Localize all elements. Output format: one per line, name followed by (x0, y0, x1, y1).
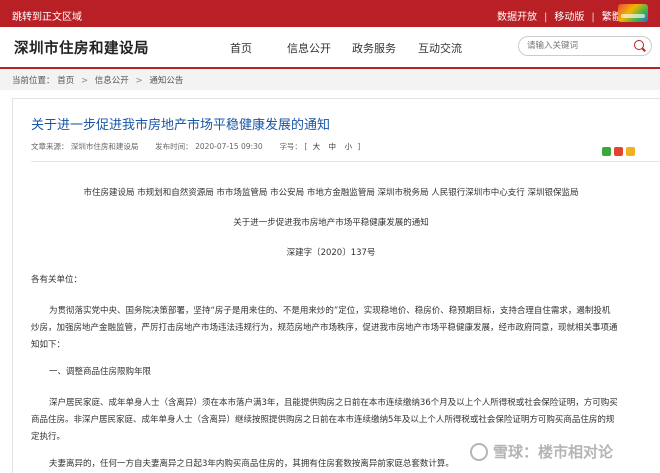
section-heading: 一、调整商品住房限购年限 (49, 364, 151, 381)
share-icons (599, 141, 635, 160)
font-medium-button[interactable]: 中 (329, 141, 337, 152)
site-title[interactable]: 深圳市住房和建设局 (14, 37, 149, 58)
skip-to-content-link[interactable]: 跳转到正文区域 (12, 8, 82, 23)
government-logo-icon[interactable] (618, 4, 648, 22)
salutation-text: 各有关单位： (31, 275, 83, 285)
document-number: 深建字〔2020〕137号 (286, 248, 376, 258)
nav-home[interactable]: 首页 (230, 40, 252, 56)
paragraph-line: 炒房，加强房地产金融监管，严厉打击房地产市场违法违规行为，规范房地产市场秩序，促… (31, 323, 618, 333)
top-bar: 跳转到正文区域 数据开放 | 移动版 | 繁體 (0, 0, 660, 27)
section-heading-text: 一、调整商品住房限购年限 (49, 367, 152, 377)
nav-info-disclosure[interactable]: 信息公开 (287, 40, 331, 56)
site-header: 深圳市住房和建设局 首页 信息公开 政务服务 互动交流 (0, 27, 660, 69)
paragraph-line: 商品住房。非深户居民家庭、成年单身人士（含离异）继续按照提供购房之日前在本市连续… (31, 415, 615, 425)
data-open-link[interactable]: 数据开放 (497, 8, 537, 23)
intro-paragraph: 为贯彻落实党中央、国务院决策部署，坚持“房子是用来住的、不是用来炒的”定位，实现… (31, 303, 618, 354)
divider (31, 161, 660, 162)
article-title: 关于进一步促进我市房地产市场平稳健康发展的通知 (31, 118, 331, 133)
paragraph-line: 深户居民家庭、成年单身人士（含离异）须在本市落户满3年，且能提供购房之日前在本市… (49, 398, 618, 408)
font-small-button[interactable]: 小 (344, 141, 352, 152)
search-icon[interactable] (634, 40, 644, 50)
separator: | (591, 12, 595, 23)
breadcrumb-separator: > (135, 76, 143, 86)
qzone-icon[interactable] (626, 147, 635, 156)
article-meta: 文章来源： 深圳市住房和建设局 发布时间： 2020-07-15 09:30 字… (31, 141, 360, 152)
weibo-icon[interactable] (614, 147, 623, 156)
nav-government-services[interactable]: 政务服务 (352, 40, 396, 56)
issuing-agencies: 市住房建设局 市规划和自然资源局 市市场监管局 市公安局 市地方金融监管局 深圳… (83, 188, 579, 198)
separator: | (544, 12, 548, 23)
font-large-button[interactable]: 大 (313, 141, 321, 152)
search-box[interactable] (518, 36, 652, 56)
breadcrumb-notices[interactable]: 通知公告 (149, 74, 183, 86)
fontsize-bracket: ] (357, 142, 361, 151)
nav-interaction[interactable]: 互动交流 (418, 40, 462, 56)
publish-date: 2020-07-15 09:30 (195, 142, 263, 151)
document-title: 关于进一步促进我市房地产市场平稳健康发展的通知 (233, 218, 429, 228)
fontsize-label: 字号： (279, 142, 302, 151)
fontsize-bracket: [ (304, 142, 308, 151)
article-card: 关于进一步促进我市房地产市场平稳健康发展的通知 文章来源： 深圳市住房和建设局 … (12, 98, 660, 473)
paragraph-line: 为贯彻落实党中央、国务院决策部署，坚持“房子是用来住的、不是用来炒的”定位，实现… (49, 306, 611, 316)
watermark: 雪球：楼市相对论 (470, 441, 613, 463)
breadcrumb-info-disclosure[interactable]: 信息公开 (95, 74, 129, 86)
wechat-icon[interactable] (602, 147, 611, 156)
last-paragraph: 夫妻离异的，任何一方自夫妻离异之日起3年内购买商品住房的，其拥有住房套数按离异前… (49, 456, 454, 473)
breadcrumb-separator: > (80, 76, 89, 86)
source-value: 深圳市住房和建设局 (70, 142, 139, 151)
breadcrumb-bar: 当前位置： 首页 > 信息公开 > 通知公告 (0, 69, 660, 90)
source-label: 文章来源： (31, 142, 69, 151)
watermark-text: 雪球：楼市相对论 (493, 443, 614, 461)
breadcrumb-label: 当前位置： (12, 76, 55, 86)
paragraph-line: 夫妻离异的，任何一方自夫妻离异之日起3年内购买商品住房的，其拥有住房套数按离异前… (49, 459, 454, 469)
search-input[interactable] (527, 38, 627, 53)
top-links: 数据开放 | 移动版 | 繁體 (497, 8, 622, 23)
salutation: 各有关单位： (31, 272, 82, 289)
mobile-version-link[interactable]: 移动版 (554, 8, 584, 23)
section-paragraph: 深户居民家庭、成年单身人士（含离异）须在本市落户满3年，且能提供购房之日前在本市… (31, 395, 618, 446)
paragraph-line: 知如下： (31, 340, 66, 350)
snowball-icon (470, 443, 488, 461)
date-label: 发布时间： (155, 142, 193, 151)
breadcrumb: 当前位置： 首页 > 信息公开 > 通知公告 (12, 74, 183, 86)
breadcrumb-home[interactable]: 首页 (57, 74, 74, 86)
